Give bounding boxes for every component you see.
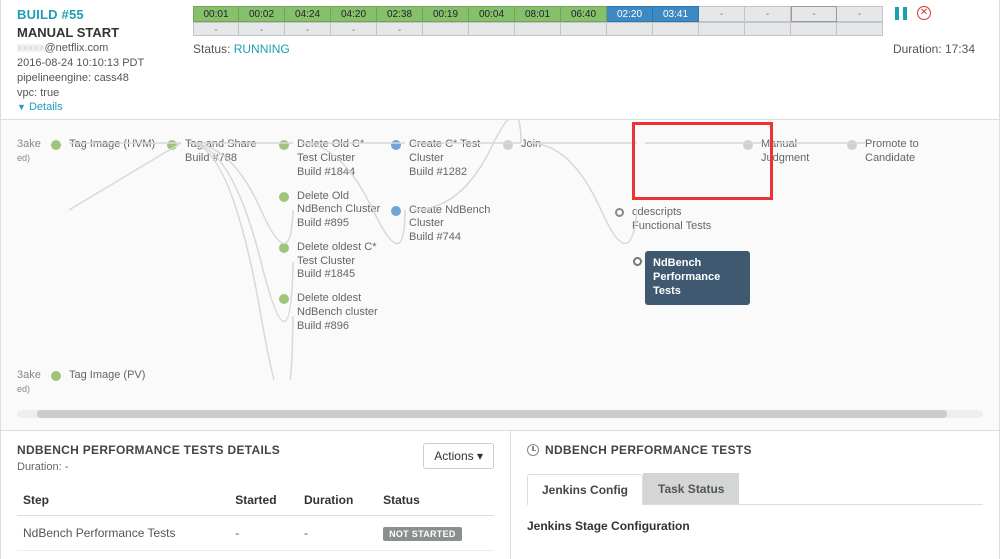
user-blurred: xxxxx (17, 41, 45, 56)
th-started: Started (229, 485, 298, 516)
pipeline-engine: pipelineengine: cass48 (17, 71, 193, 86)
timeline-cell (607, 22, 653, 36)
timeline-cell (469, 22, 515, 36)
timeline-cell (423, 22, 469, 36)
timeline-cell (745, 22, 791, 36)
chevron-down-icon: ▼ (17, 102, 26, 112)
timeline-cell[interactable]: 08:01 (515, 6, 561, 22)
timeline-cell[interactable]: 00:01 (193, 6, 239, 22)
node-create-ndbench-cluster[interactable]: Create NdBench ClusterBuild #744 (409, 204, 499, 245)
annotation-highlight-box (632, 122, 773, 200)
status-label: Status: (193, 42, 230, 56)
jenkins-stage-heading: Jenkins Stage Configuration (527, 519, 983, 533)
timeline-cell: - (331, 22, 377, 36)
node-cdescripts-tests[interactable]: cdescripts Functional Tests (632, 206, 722, 234)
table-row[interactable]: NdBench Performance Tests - - NOT STARTE… (17, 515, 494, 550)
build-meta: BUILD #55 MANUAL START xxxxx@netflix.com… (17, 6, 193, 115)
timeline-cell: - (239, 22, 285, 36)
timeline-cell: - (285, 22, 331, 36)
timeline-cell (653, 22, 699, 36)
timeline-cell[interactable]: - (699, 6, 745, 22)
timeline-cell[interactable]: - (745, 6, 791, 22)
clock-icon (527, 444, 539, 456)
tab-jenkins-config[interactable]: Jenkins Config (527, 474, 643, 505)
timeline-cell[interactable]: - (791, 6, 837, 22)
duration-label: Duration: 17:34 (893, 42, 975, 56)
node-delete-old-c-cluster[interactable]: Delete Old C* Test ClusterBuild #1844 (297, 138, 387, 179)
th-step: Step (17, 485, 229, 516)
trigger-type: MANUAL START (17, 24, 193, 42)
pipeline-graph[interactable]: 3akeed) Tag Image (HVM) Tag and ShareBui… (0, 120, 1000, 430)
node-tag-and-share[interactable]: Tag and ShareBuild #788 (185, 138, 257, 166)
timeline-cell[interactable]: 06:40 (561, 6, 607, 22)
node-delete-old-ndbench-cluster[interactable]: Delete Old NdBench ClusterBuild #895 (297, 190, 387, 231)
timeline-cell[interactable]: 00:04 (469, 6, 515, 22)
node-ndbench-tests-selected[interactable]: NdBench Performance Tests (645, 251, 750, 304)
cancel-icon[interactable]: ✕ (917, 6, 931, 20)
node-create-c-cluster[interactable]: Create C* Test ClusterBuild #1282 (409, 138, 499, 179)
vpc-flag: vpc: true (17, 86, 193, 101)
node-tag-image-hvm[interactable]: Tag Image (HVM) (69, 138, 155, 152)
timeline-cell (561, 22, 607, 36)
timeline-cell[interactable]: 02:20 (607, 6, 653, 22)
status-badge: NOT STARTED (383, 527, 462, 541)
th-duration: Duration (298, 485, 377, 516)
timeline-cell[interactable]: - (837, 6, 883, 22)
details-toggle[interactable]: ▼ Details (17, 100, 193, 115)
build-number: BUILD #55 (17, 6, 193, 24)
node-delete-oldest-ndbench-cluster[interactable]: Delete oldest NdBench clusterBuild #896 (297, 292, 387, 333)
timeline-cell: - (377, 22, 423, 36)
node-tag-image-pv[interactable]: Tag Image (PV) (69, 369, 145, 383)
timeline-cell: - (193, 22, 239, 36)
horizontal-scrollbar[interactable] (17, 410, 983, 418)
lead-text-a: 3akeed) (17, 138, 51, 164)
timeline-cell (515, 22, 561, 36)
runstate-title: NDBENCH PERFORMANCE TESTS (527, 443, 983, 457)
th-status: Status (377, 485, 494, 516)
pause-icon[interactable] (895, 7, 907, 20)
timeline-cell (837, 22, 883, 36)
timeline-cell[interactable]: 00:19 (423, 6, 469, 22)
timeline-cell[interactable]: 03:41 (653, 6, 699, 22)
node-promote-candidate[interactable]: Promote to Candidate (865, 138, 955, 166)
lead-text-b: 3akeed) (17, 369, 51, 395)
caret-down-icon: ▾ (477, 449, 483, 463)
tab-task-status[interactable]: Task Status (643, 473, 739, 504)
timeline-cell[interactable]: 02:38 (377, 6, 423, 22)
status-value: RUNNING (234, 42, 290, 56)
timeline-row-2: ----- (193, 22, 883, 36)
timeline-row-1: 00:0100:0204:2404:2002:3800:1900:0408:01… (193, 6, 883, 22)
actions-dropdown[interactable]: Actions ▾ (423, 443, 494, 469)
steps-table: Step Started Duration Status NdBench Per… (17, 485, 494, 551)
build-timestamp: 2016-08-24 10:10:13 PDT (17, 56, 193, 71)
user-domain: @netflix.com (45, 42, 109, 54)
timeline-cell[interactable]: 04:24 (285, 6, 331, 22)
node-delete-oldest-c-cluster[interactable]: Delete oldest C* Test ClusterBuild #1845 (297, 241, 387, 282)
timeline-cell (791, 22, 837, 36)
timeline-cell[interactable]: 00:02 (239, 6, 285, 22)
timeline-cell[interactable]: 04:20 (331, 6, 377, 22)
timeline-cell (699, 22, 745, 36)
node-manual-judgment[interactable]: Manual Judgment (761, 138, 847, 166)
node-join[interactable]: Join (521, 138, 541, 152)
